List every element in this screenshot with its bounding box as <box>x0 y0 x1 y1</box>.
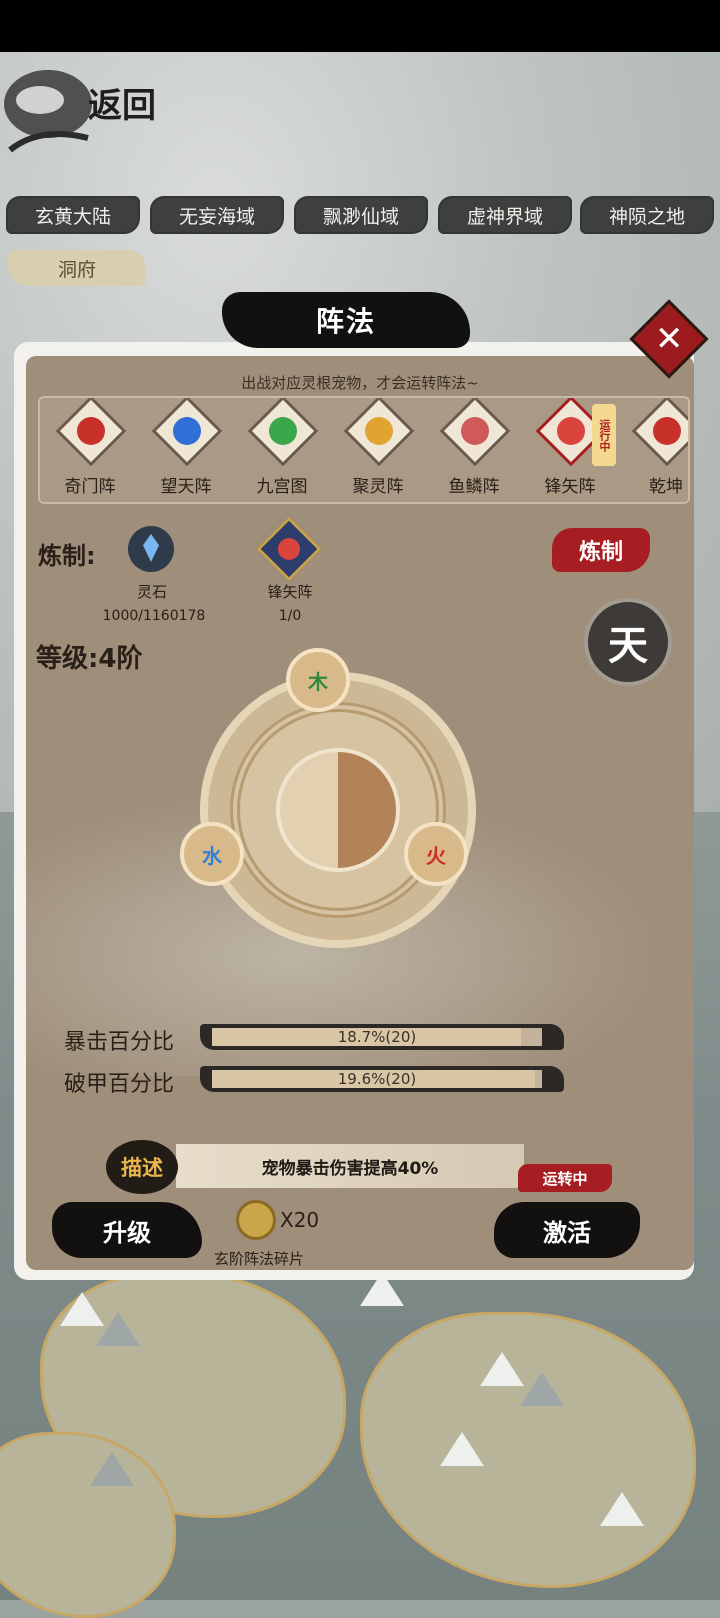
water-element-icon: 水 <box>202 843 222 868</box>
gem-icon <box>143 534 159 562</box>
stat-label-crit: 暴击百分比 <box>64 1030 175 1055</box>
panel-title: 阵法 <box>222 292 470 348</box>
tab-label: 玄黄大陆 <box>34 205 111 228</box>
formation-item-qimen[interactable]: 奇门阵 <box>42 398 138 502</box>
material-count: 1000/1160178 <box>102 608 206 624</box>
coin-icon <box>236 1200 276 1240</box>
back-button[interactable]: 返回 <box>0 56 190 160</box>
element-node-fire[interactable]: 火 <box>404 822 468 886</box>
tab-label: 无妄海域 <box>178 205 255 228</box>
status-badge-text: 运转中 <box>542 1169 588 1188</box>
formation-emblem-icon <box>557 417 585 445</box>
stat-track: 18.7%(20) <box>212 1028 542 1046</box>
fire-element-icon: 火 <box>426 843 446 868</box>
formation-label: 锋矢阵 <box>544 477 596 497</box>
formation-emblem-icon <box>77 417 105 445</box>
stat-bar-crit: 18.7%(20) <box>200 1024 564 1050</box>
element-node-water[interactable]: 水 <box>180 822 244 886</box>
spirit-stone-icon <box>128 526 174 572</box>
status-badge: 运转中 <box>518 1164 612 1192</box>
stat-label-armor-break: 破甲百分比 <box>64 1072 175 1097</box>
panel-title-text: 阵法 <box>315 305 376 338</box>
tab-cave[interactable]: 洞府 <box>8 250 146 286</box>
formation-label: 望天阵 <box>160 477 212 497</box>
tab-region-xushen[interactable]: 虚神界域 <box>438 196 572 234</box>
stat-value: 19.6%(20) <box>337 1070 417 1088</box>
fragment-emblem-icon <box>273 533 305 565</box>
description-bar: 宠物暴击伤害提高40% <box>176 1144 524 1188</box>
refine-label: 炼制: <box>38 542 96 570</box>
formation-item-wangtian[interactable]: 望天阵 <box>138 398 234 502</box>
hint-text: 出战对应灵根宠物，才会运转阵法~ <box>241 374 479 392</box>
wood-element-icon: 木 <box>308 669 328 694</box>
formation-label: 鱼鳞阵 <box>448 477 500 497</box>
map-mountain <box>90 1452 134 1486</box>
close-icon: ✕ <box>654 319 684 359</box>
yin-yang-icon <box>276 748 400 872</box>
stat-bar-armor-break: 19.6%(20) <box>200 1066 564 1092</box>
formation-item-qiankun[interactable]: 乾坤 <box>618 398 688 502</box>
running-badge: 运行中 <box>592 404 616 466</box>
formation-emblem-icon <box>653 417 681 445</box>
description-tag: 描述 <box>106 1140 178 1194</box>
activate-button-label: 激活 <box>543 1218 591 1247</box>
description-tag-text: 描述 <box>121 1156 163 1180</box>
refine-button[interactable]: 炼制 <box>552 528 650 572</box>
formation-label: 九宫图 <box>256 477 308 497</box>
formation-emblem-icon <box>269 417 297 445</box>
tab-region-xuanhuang[interactable]: 玄黄大陆 <box>6 196 140 234</box>
back-label: 返回 <box>88 86 156 126</box>
formation-item-yulin[interactable]: 鱼鳞阵 <box>426 398 522 502</box>
cost-count: X20 <box>280 1208 320 1232</box>
map-mountain <box>96 1312 140 1346</box>
tab-label: 虚神界域 <box>466 205 543 228</box>
formation-label: 聚灵阵 <box>352 477 404 497</box>
tab-region-wuwang[interactable]: 无妄海域 <box>150 196 284 234</box>
level-label: 等级:4阶 <box>36 644 143 674</box>
formation-list[interactable]: 奇门阵 望天阵 九宫图 聚灵阵 鱼鳞阵 锋矢阵 运行中 乾坤 <box>38 396 690 504</box>
stat-value: 18.7%(20) <box>337 1028 417 1046</box>
description-text: 宠物暴击伤害提高40% <box>261 1158 439 1179</box>
tier-badge: 天 <box>584 598 672 686</box>
element-node-wood[interactable]: 木 <box>286 648 350 712</box>
tab-region-shenyun[interactable]: 神陨之地 <box>580 196 714 234</box>
activate-button[interactable]: 激活 <box>494 1202 640 1258</box>
formation-emblem-icon <box>365 417 393 445</box>
formation-label: 乾坤 <box>649 477 683 497</box>
formation-emblem-icon <box>461 417 489 445</box>
formation-item-jiugong[interactable]: 九宫图 <box>234 398 330 502</box>
status-bar <box>0 0 720 52</box>
cost-label: 玄阶阵法碎片 <box>214 1250 305 1268</box>
upgrade-button[interactable]: 升级 <box>52 1202 202 1258</box>
map-mountain <box>480 1352 524 1386</box>
formation-label: 奇门阵 <box>64 477 116 497</box>
tier-badge-text: 天 <box>608 623 648 669</box>
formation-emblem-icon <box>173 417 201 445</box>
map-mountain <box>600 1492 644 1526</box>
tab-label: 神陨之地 <box>608 205 685 228</box>
material-name: 锋矢阵 <box>267 583 313 601</box>
map-island <box>360 1312 696 1588</box>
stat-track: 19.6%(20) <box>212 1070 542 1088</box>
tab-region-piaomiao[interactable]: 飘渺仙域 <box>294 196 428 234</box>
material-count: 1/0 <box>278 608 302 624</box>
map-mountain <box>520 1372 564 1406</box>
formation-item-juling[interactable]: 聚灵阵 <box>330 398 426 502</box>
upgrade-button-label: 升级 <box>103 1218 151 1247</box>
material-name: 灵石 <box>136 583 167 601</box>
refine-button-label: 炼制 <box>578 540 623 565</box>
map-mountain <box>440 1432 484 1466</box>
tab-label: 飘渺仙域 <box>322 205 399 228</box>
tab-label: 洞府 <box>57 258 96 281</box>
